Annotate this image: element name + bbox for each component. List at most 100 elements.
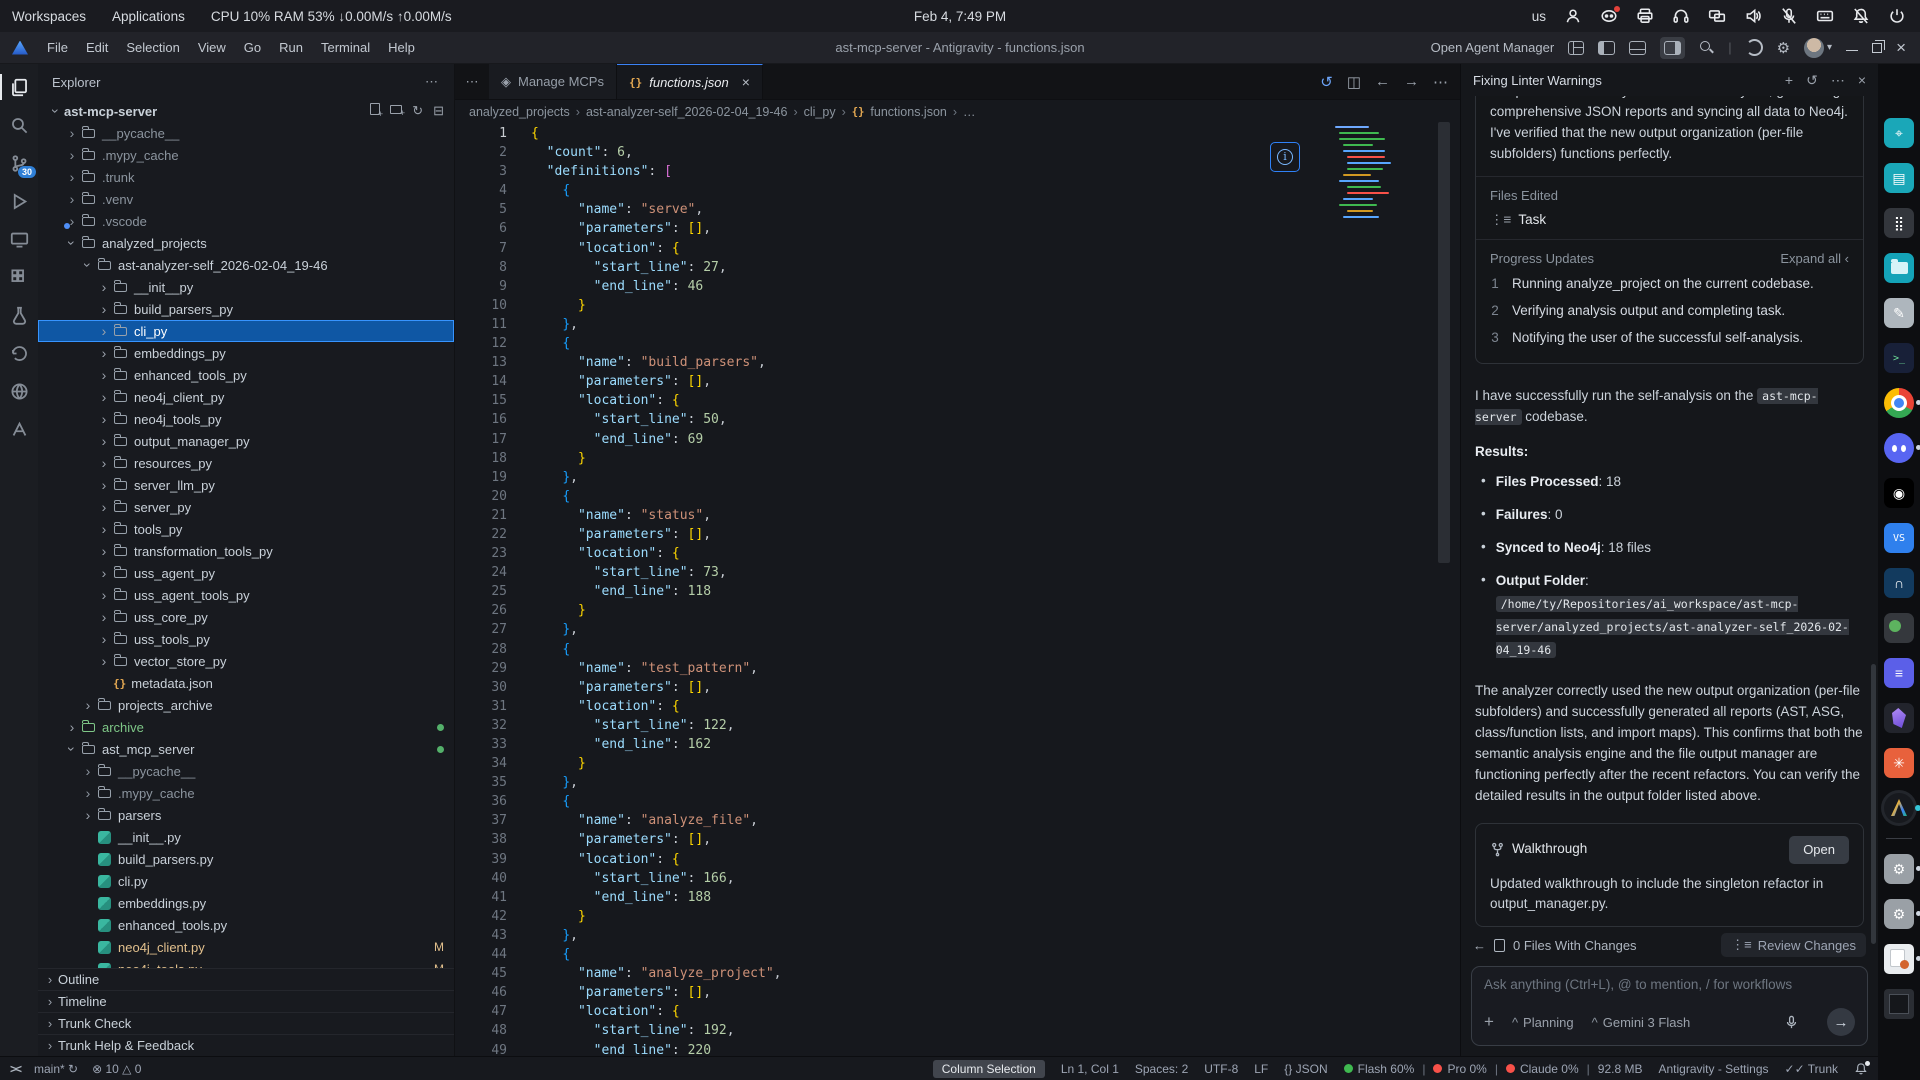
breadcrumb-item[interactable]: functions.json — [870, 105, 946, 119]
breadcrumb-item[interactable]: … — [963, 105, 976, 119]
expand-all-button[interactable]: Expand all ‹ — [1780, 251, 1849, 266]
status-problems[interactable]: ⊗ 10 △ 0 — [92, 1062, 141, 1076]
notifications-bell-icon[interactable] — [1854, 1062, 1868, 1076]
sidebar-section-trunk-help-feedback[interactable]: ›Trunk Help & Feedback — [38, 1034, 454, 1056]
progress-step[interactable]: 2Verifying analysis output and completin… — [1490, 297, 1849, 324]
gear-icon[interactable]: ⚙ — [1777, 39, 1790, 57]
review-changes-button[interactable]: ⋮≡ Review Changes — [1721, 933, 1866, 957]
code-line-13[interactable]: 13 "name": "build_parsers", — [455, 353, 1460, 372]
code-line-33[interactable]: 33 "end_line": 162 — [455, 735, 1460, 754]
code-line-1[interactable]: 1{ — [455, 124, 1460, 143]
changes-back-icon[interactable]: ← — [1473, 938, 1486, 953]
new-conversation-icon[interactable]: + — [1785, 72, 1793, 89]
code-line-8[interactable]: 8 "start_line": 27, — [455, 258, 1460, 277]
eol-indicator[interactable]: LF — [1254, 1062, 1268, 1076]
activity-history-icon[interactable] — [0, 336, 38, 370]
workspaces-menu[interactable]: Workspaces — [12, 9, 86, 24]
tree-item-analyzed-projects[interactable]: ›analyzed_projects — [38, 232, 454, 254]
attach-button[interactable]: + — [1484, 1012, 1494, 1032]
tree-item-vector-store-py[interactable]: ›vector_store_py — [38, 650, 454, 672]
tree-item-uss-agent-py[interactable]: ›uss_agent_py — [38, 562, 454, 584]
code-line-36[interactable]: 36 { — [455, 792, 1460, 811]
refresh-explorer-icon[interactable]: ↻ — [412, 103, 423, 119]
mic-icon[interactable] — [1784, 1015, 1799, 1030]
tree-item--init-py[interactable]: __init__.py — [38, 826, 454, 848]
code-line-37[interactable]: 37 "name": "analyze_file", — [455, 811, 1460, 830]
dock-discord-icon[interactable] — [1884, 433, 1914, 463]
panel-more-icon[interactable]: ⋯ — [1831, 72, 1845, 89]
code-line-19[interactable]: 19 }, — [455, 468, 1460, 487]
tree-item-uss-agent-tools-py[interactable]: ›uss_agent_tools_py — [38, 584, 454, 606]
chat-input[interactable]: Ask anything (Ctrl+L), @ to mention, / f… — [1471, 966, 1868, 1046]
code-line-44[interactable]: 44 { — [455, 945, 1460, 964]
activity-run-debug-icon[interactable] — [0, 184, 38, 218]
tree-item-metadata-json[interactable]: {}metadata.json — [38, 672, 454, 694]
activity-extensions-icon[interactable] — [0, 260, 38, 294]
code-line-46[interactable]: 46 "parameters": [], — [455, 983, 1460, 1002]
code-line-26[interactable]: 26 } — [455, 601, 1460, 620]
activity-search-icon[interactable] — [0, 108, 38, 142]
open-agent-manager-button[interactable]: Open Agent Manager — [1431, 40, 1555, 55]
dock-terminal-icon[interactable]: >_ — [1884, 343, 1914, 373]
tree-item-archive[interactable]: ›archive — [38, 716, 454, 738]
menu-terminal[interactable]: Terminal — [312, 40, 379, 55]
code-line-5[interactable]: 5 "name": "serve", — [455, 200, 1460, 219]
tab-manage-mcps[interactable]: ◈Manage MCPs — [489, 64, 617, 99]
headset-icon[interactable] — [1672, 7, 1690, 25]
agent-conversation[interactable]: completed successfully. 18 files were an… — [1461, 96, 1878, 928]
dock-files-icon[interactable] — [1884, 253, 1914, 283]
tree-item--init-py[interactable]: ›__init__py — [38, 276, 454, 298]
language-mode[interactable]: {} JSON — [1284, 1062, 1327, 1076]
tree-item-neo4j-client-py[interactable]: ›neo4j_client_py — [38, 386, 454, 408]
code-line-24[interactable]: 24 "start_line": 73, — [455, 563, 1460, 582]
editor-scrollbar[interactable] — [1438, 122, 1450, 563]
status-branch[interactable]: main* ↻ — [34, 1062, 78, 1076]
breadcrumb[interactable]: analyzed_projects›ast-analyzer-self_2026… — [455, 100, 1460, 124]
code-line-31[interactable]: 31 "location": { — [455, 697, 1460, 716]
walkthrough-open-button[interactable]: Open — [1789, 836, 1849, 864]
mode-selector[interactable]: ^Planning — [1512, 1015, 1574, 1030]
navigate-forward-icon[interactable]: → — [1404, 73, 1419, 90]
tree-item-cli-py[interactable]: ›cli_py — [38, 320, 454, 342]
applications-menu[interactable]: Applications — [112, 9, 185, 24]
code-line-20[interactable]: 20 { — [455, 487, 1460, 506]
tree-item--mypy-cache[interactable]: ›.mypy_cache — [38, 782, 454, 804]
tree-item-transformation-tools-py[interactable]: ›transformation_tools_py — [38, 540, 454, 562]
tree-item-neo4j-tools-py[interactable]: ›neo4j_tools_py — [38, 408, 454, 430]
code-line-10[interactable]: 10 } — [455, 296, 1460, 315]
tree-item--vscode[interactable]: ›.vscode — [38, 210, 454, 232]
tab-functions-json[interactable]: {}functions.json× — [617, 64, 763, 99]
keyboard-icon[interactable] — [1816, 7, 1834, 25]
history-icon[interactable]: ↺ — [1806, 72, 1818, 89]
agent-scrollbar[interactable] — [1871, 664, 1876, 944]
activity-testing-icon[interactable] — [0, 298, 38, 332]
activity-explorer-icon[interactable] — [0, 70, 38, 104]
toggle-sidebar-icon[interactable] — [1598, 41, 1615, 55]
code-line-6[interactable]: 6 "parameters": [], — [455, 219, 1460, 238]
model-quota-indicator[interactable]: Flash 60%|Pro 0%|Claude 0%|92.8 MB — [1344, 1062, 1643, 1076]
code-line-39[interactable]: 39 "location": { — [455, 850, 1460, 869]
mic-off-icon[interactable] — [1780, 7, 1798, 25]
search-icon[interactable] — [1699, 40, 1714, 55]
tree-item-server-llm-py[interactable]: ›server_llm_py — [38, 474, 454, 496]
code-line-29[interactable]: 29 "name": "test_pattern", — [455, 659, 1460, 678]
column-selection-indicator[interactable]: Column Selection — [933, 1060, 1045, 1078]
menu-run[interactable]: Run — [270, 40, 312, 55]
close-button[interactable]: × — [1896, 43, 1906, 53]
indentation-indicator[interactable]: Spaces: 2 — [1135, 1062, 1188, 1076]
tree-item-neo4j-tools-py[interactable]: neo4j_tools.pyM — [38, 958, 454, 968]
code-line-2[interactable]: 2 "count": 6, — [455, 143, 1460, 162]
send-button[interactable]: → — [1827, 1008, 1855, 1036]
dock-text-editor-icon[interactable]: ✎ — [1884, 298, 1914, 328]
activity-docker-icon[interactable] — [0, 374, 38, 408]
editor-more-actions-icon[interactable]: ⋯ — [1433, 73, 1448, 91]
code-line-11[interactable]: 11 }, — [455, 315, 1460, 334]
menu-help[interactable]: Help — [379, 40, 424, 55]
tree-item-output-manager-py[interactable]: ›output_manager_py — [38, 430, 454, 452]
tree-item-build-parsers-py[interactable]: build_parsers.py — [38, 848, 454, 870]
code-line-28[interactable]: 28 { — [455, 640, 1460, 659]
panel-close-icon[interactable]: × — [1858, 72, 1866, 89]
tree-item--pycache-[interactable]: ›__pycache__ — [38, 122, 454, 144]
menu-go[interactable]: Go — [235, 40, 270, 55]
dock-neo4j-icon[interactable] — [1884, 613, 1914, 643]
